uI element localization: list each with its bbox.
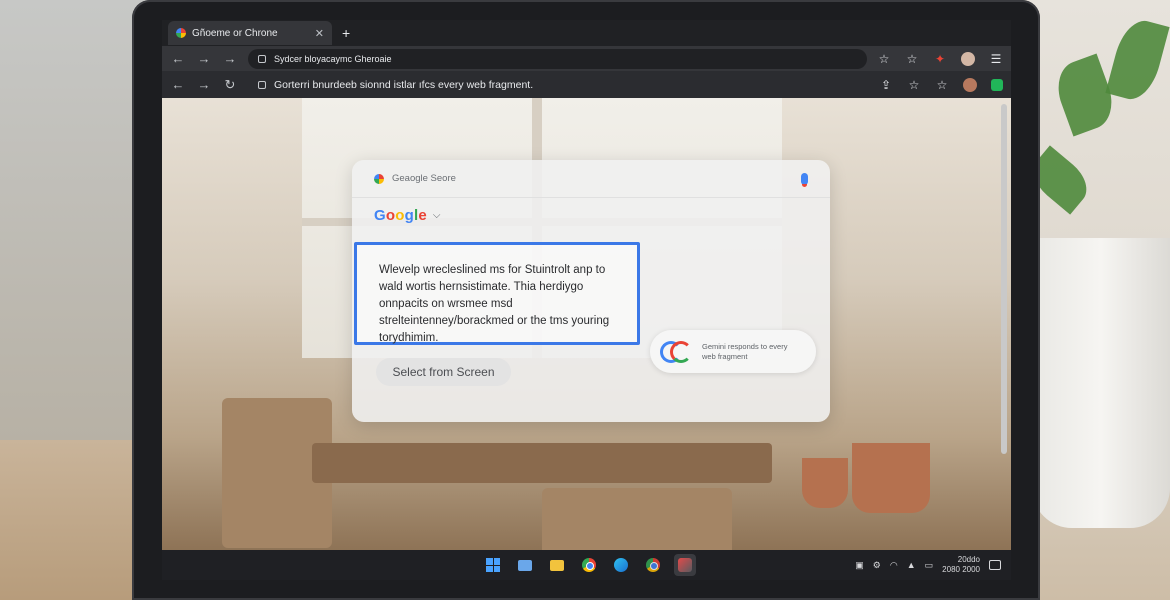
- reload-icon[interactable]: ↻: [222, 77, 238, 93]
- close-tab-icon[interactable]: ✕: [315, 27, 324, 40]
- extension-icon[interactable]: ✦: [933, 52, 947, 66]
- select-from-screen-button[interactable]: Select from Screen: [376, 358, 511, 386]
- gemini-response-chip[interactable]: Gemini responds to every web fragment: [650, 330, 816, 373]
- toolbar-second-actions: ⇪ ☆ ☆: [879, 77, 1003, 92]
- address-bar-top[interactable]: Sydcer bloyacaymc Gheroaie: [248, 48, 867, 69]
- new-tab-button[interactable]: +: [342, 25, 350, 41]
- system-clock[interactable]: 20ddo 2080 2000: [942, 555, 980, 575]
- taskbar-active-app[interactable]: [674, 554, 696, 576]
- lock-icon: [258, 54, 266, 63]
- back-arrow-icon[interactable]: ←: [170, 51, 186, 66]
- chrome-icon: [646, 558, 660, 572]
- page-background-pot: [852, 443, 930, 513]
- forward-arrow-icon-2[interactable]: →: [222, 51, 238, 66]
- address-bar-second[interactable]: Gorterri bnurdeeb sionnd istlar ıfcs eve…: [248, 75, 869, 95]
- tray-volume-icon[interactable]: ▲: [907, 560, 916, 570]
- menu-icon[interactable]: ☰: [989, 52, 1003, 66]
- selected-text-region[interactable]: Wlevelp wrecleslined ms for Stuintrolt a…: [354, 242, 640, 345]
- page-background-chair: [542, 488, 732, 550]
- tab-title: Gñoeme or Chrone: [192, 27, 278, 39]
- search-placeholder: Geaogle Seore: [392, 173, 456, 184]
- toolbar-top-actions: ☆ ☆ ✦ ☰: [877, 51, 1003, 66]
- star-icon[interactable]: ☆: [877, 52, 891, 66]
- background-window: [0, 0, 150, 440]
- back-arrow-icon[interactable]: ←: [170, 77, 186, 92]
- share-icon[interactable]: ⇪: [879, 78, 893, 92]
- edge-icon: [614, 558, 628, 572]
- google-g-icon: [374, 173, 384, 184]
- taskbar-apps: [482, 554, 696, 576]
- browser-tab[interactable]: Gñoeme or Chrone ✕: [168, 21, 332, 45]
- scrollbar[interactable]: [1001, 104, 1007, 454]
- folder-icon: [550, 559, 564, 571]
- taskbar-edge[interactable]: [610, 554, 632, 576]
- notification-icon[interactable]: [989, 560, 1001, 570]
- lock-icon: [258, 80, 266, 89]
- circle-to-search-card: Geaogle Seore Google ⌵ Wlevelp wreclesli…: [352, 160, 830, 422]
- forward-arrow-icon[interactable]: →: [196, 51, 212, 66]
- gemini-chip-text: Gemini responds to every web fragment: [702, 341, 788, 361]
- tray-wifi-icon[interactable]: ◠: [890, 560, 898, 571]
- page-background-table: [312, 443, 772, 483]
- tray-settings-icon[interactable]: ⚙: [873, 560, 881, 571]
- windows-logo-icon: [486, 558, 500, 572]
- forward-arrow-icon[interactable]: →: [196, 77, 212, 92]
- toolbar-top: ← → → Sydcer bloyacaymc Gheroaie ☆ ☆ ✦ ☰: [162, 46, 1011, 71]
- address-text-top: Sydcer bloyacaymc Gheroaie: [274, 53, 392, 64]
- taskbar-folder[interactable]: [546, 554, 568, 576]
- profile-avatar[interactable]: [963, 77, 977, 92]
- os-taskbar: ▣ ⚙ ◠ ▲ ▭ 20ddo 2080 2000: [162, 550, 1011, 580]
- google-logo: Google: [374, 207, 427, 224]
- taskbar-chrome-2[interactable]: [642, 554, 664, 576]
- background-plant-pot: [1032, 238, 1170, 528]
- taskbar-chrome[interactable]: [578, 554, 600, 576]
- google-lens-switcher[interactable]: Google ⌵: [374, 207, 441, 224]
- profile-avatar[interactable]: [961, 51, 975, 66]
- page-background-pot: [802, 458, 848, 508]
- extension-green-icon[interactable]: [991, 78, 1003, 91]
- star-outline-icon[interactable]: ☆: [905, 52, 919, 66]
- extensions-star-icon[interactable]: ☆: [935, 78, 949, 92]
- tab-strip: Gñoeme or Chrone ✕ +: [162, 20, 1011, 46]
- toolbar-second: ← → ↻ Gorterri bnurdeeb sionnd istlar ıf…: [162, 71, 1011, 98]
- clock-time: 20ddo: [957, 555, 980, 564]
- clock-date: 2080 2000: [942, 565, 980, 574]
- tray-network-icon[interactable]: ▣: [855, 560, 864, 571]
- star-icon[interactable]: ☆: [907, 78, 921, 92]
- chrome-favicon-icon: [176, 28, 186, 38]
- tray-battery-icon[interactable]: ▭: [925, 560, 934, 571]
- app-icon: [678, 558, 692, 572]
- chevron-down-icon: ⌵: [432, 210, 441, 221]
- microphone-icon[interactable]: [801, 172, 808, 187]
- taskbar-files[interactable]: [514, 554, 536, 576]
- search-bar[interactable]: Geaogle Seore: [352, 160, 830, 198]
- chrome-icon: [582, 558, 596, 572]
- laptop-screen: Gñoeme or Chrone ✕ + ← → → Sydcer bloyac…: [162, 20, 1011, 580]
- address-text-second: Gorterri bnurdeeb sionnd istlar ıfcs eve…: [274, 78, 534, 91]
- file-explorer-icon: [518, 559, 532, 571]
- gemini-logo-icon: [660, 340, 692, 363]
- page-viewport: Geaogle Seore Google ⌵ Wlevelp wreclesli…: [162, 98, 1011, 550]
- system-tray: ▣ ⚙ ◠ ▲ ▭ 20ddo 2080 2000: [855, 555, 1001, 575]
- start-button[interactable]: [482, 554, 504, 576]
